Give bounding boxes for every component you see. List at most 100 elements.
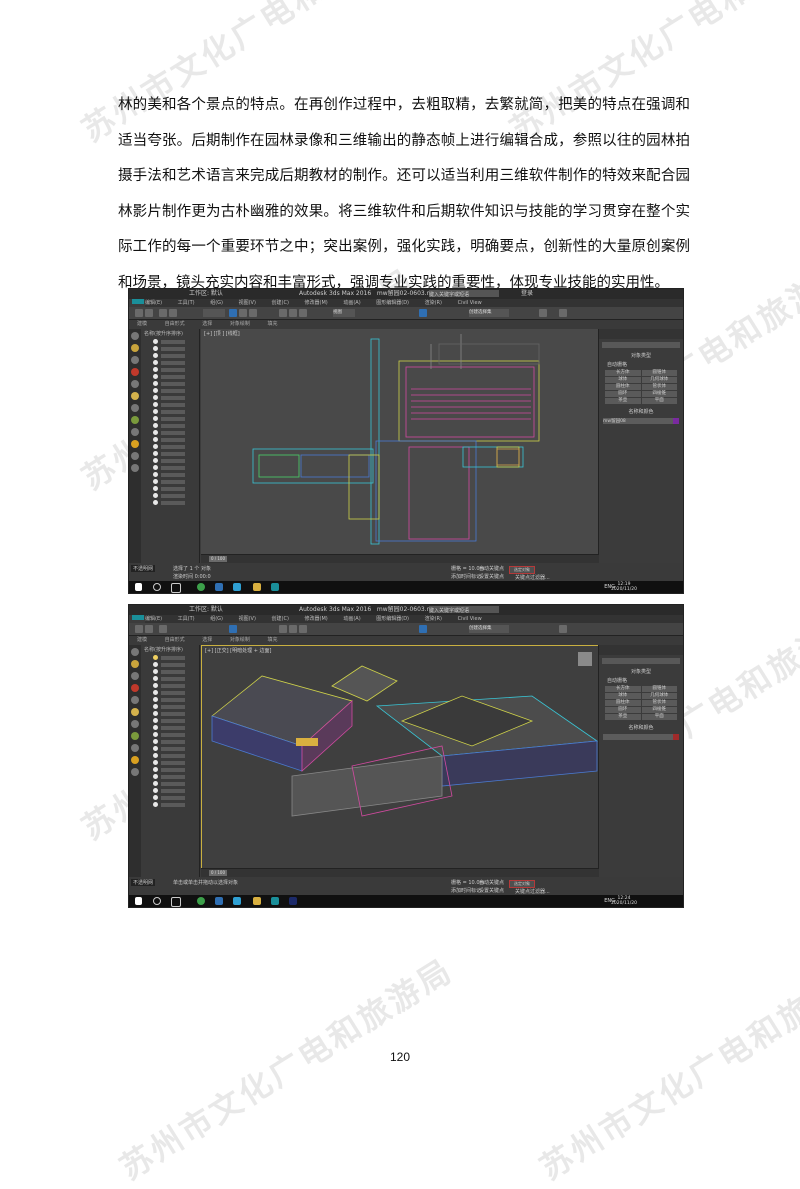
list-item[interactable] <box>141 352 199 359</box>
3dsmax-taskbar-icon[interactable] <box>271 897 279 905</box>
search-icon[interactable] <box>153 583 161 591</box>
object-button[interactable]: 长方体 <box>605 686 641 692</box>
time-slider[interactable]: 0 / 100 <box>201 868 599 877</box>
list-item[interactable] <box>141 710 199 717</box>
menu-item[interactable]: 工具(T) <box>178 300 195 306</box>
list-item[interactable] <box>141 766 199 773</box>
list-item[interactable] <box>141 485 199 492</box>
object-name-field[interactable] <box>603 734 679 740</box>
list-item[interactable] <box>141 478 199 485</box>
object-button[interactable]: 管状体 <box>641 384 677 390</box>
object-button[interactable]: 平面 <box>641 398 677 404</box>
object-button[interactable]: 圆锥体 <box>641 686 677 692</box>
ribbon-tab[interactable]: 选择 <box>202 637 212 643</box>
snap-icon[interactable] <box>419 625 427 633</box>
selection-filter[interactable] <box>203 309 225 317</box>
list-item[interactable] <box>141 401 199 408</box>
tool-icon[interactable] <box>131 368 139 376</box>
key-filters-button[interactable]: 关键点过滤器... <box>515 574 550 581</box>
tool-icon[interactable] <box>131 428 139 436</box>
menu-item[interactable]: 组(G) <box>210 616 223 622</box>
object-button[interactable]: 茶壶 <box>605 714 641 720</box>
object-button[interactable]: 管状体 <box>641 700 677 706</box>
list-item[interactable] <box>141 668 199 675</box>
tool-icon[interactable] <box>131 380 139 388</box>
list-item[interactable] <box>141 661 199 668</box>
ribbon-tab[interactable]: 填充 <box>267 321 277 327</box>
select-icon[interactable] <box>229 309 237 317</box>
selection-set-dropdown[interactable]: 创建选择集 <box>469 309 509 317</box>
list-item[interactable] <box>141 464 199 471</box>
list-item[interactable] <box>141 471 199 478</box>
move-icon[interactable] <box>279 625 287 633</box>
ribbon-tab[interactable]: 建模 <box>137 321 147 327</box>
tool-icon[interactable] <box>131 356 139 364</box>
menu-item[interactable]: 视图(V) <box>239 300 256 306</box>
list-item[interactable] <box>141 787 199 794</box>
menu-item[interactable]: 渲染(R) <box>425 616 442 622</box>
set-key-button[interactable]: 设置关键点 <box>479 887 504 894</box>
windows-start-icon[interactable] <box>135 897 142 905</box>
auto-key-button[interactable]: 自动关键点 <box>479 565 504 572</box>
autogrid-checkbox[interactable]: 自动栅格 <box>607 361 675 368</box>
list-item[interactable] <box>141 717 199 724</box>
object-button[interactable]: 球体 <box>605 377 641 383</box>
list-item[interactable] <box>141 738 199 745</box>
tool-icon[interactable] <box>131 464 139 472</box>
redo-icon[interactable] <box>145 309 153 317</box>
selected-object-dropdown[interactable]: 选定对象 <box>509 566 535 574</box>
rect-select-icon[interactable] <box>249 309 257 317</box>
list-item[interactable] <box>141 359 199 366</box>
color-swatch[interactable] <box>673 418 679 424</box>
undo-icon[interactable] <box>135 625 143 633</box>
ribbon-tab[interactable]: 建模 <box>137 637 147 643</box>
object-button[interactable]: 长方体 <box>605 370 641 376</box>
list-item[interactable] <box>141 759 199 766</box>
auto-key-button[interactable]: 自动关键点 <box>479 879 504 886</box>
list-item[interactable] <box>141 703 199 710</box>
tool-icon[interactable] <box>131 440 139 448</box>
app-icon[interactable] <box>233 897 241 905</box>
snap-icon[interactable] <box>419 309 427 317</box>
tool-icon[interactable] <box>131 708 139 716</box>
object-button[interactable]: 圆锥体 <box>641 370 677 376</box>
list-item[interactable] <box>141 387 199 394</box>
app-icon[interactable] <box>197 897 205 905</box>
tool-icon[interactable] <box>131 452 139 460</box>
list-item[interactable] <box>141 366 199 373</box>
command-panel-tabs[interactable] <box>599 329 683 339</box>
select-name-icon[interactable] <box>239 309 247 317</box>
list-item[interactable] <box>141 422 199 429</box>
tool-icon[interactable] <box>131 416 139 424</box>
scale-icon[interactable] <box>299 309 307 317</box>
tool-icon[interactable] <box>131 696 139 704</box>
list-item[interactable] <box>141 457 199 464</box>
undo-icon[interactable] <box>135 309 143 317</box>
task-view-icon[interactable] <box>171 897 181 907</box>
list-item[interactable] <box>141 394 199 401</box>
link-icon[interactable] <box>159 625 167 633</box>
tool-icon[interactable] <box>131 648 139 656</box>
tool-icon[interactable] <box>131 672 139 680</box>
tool-icon[interactable] <box>131 768 139 776</box>
clock[interactable]: 12:24 2020/11/20 <box>611 896 637 906</box>
selection-set-dropdown[interactable]: 创建选择集 <box>469 625 509 633</box>
render-icon[interactable] <box>559 309 567 317</box>
object-button[interactable]: 茶壶 <box>605 398 641 404</box>
category-dropdown[interactable] <box>602 658 680 664</box>
command-panel-tabs[interactable] <box>599 645 683 655</box>
tool-icon[interactable] <box>131 344 139 352</box>
list-item[interactable] <box>141 689 199 696</box>
tool-icon[interactable] <box>131 732 139 740</box>
list-item[interactable] <box>141 408 199 415</box>
list-item[interactable] <box>141 654 199 661</box>
menu-item[interactable]: 动画(A) <box>343 616 360 622</box>
app-icon[interactable] <box>215 897 223 905</box>
link-icon[interactable] <box>159 309 167 317</box>
move-icon[interactable] <box>279 309 287 317</box>
workspace-label[interactable]: 工作区: 默认 <box>189 605 223 615</box>
tool-icon[interactable] <box>131 684 139 692</box>
menu-item[interactable]: 创建(C) <box>272 300 289 306</box>
selected-object-dropdown[interactable]: 选定对象 <box>509 880 535 888</box>
object-button[interactable]: 几何球体 <box>641 377 677 383</box>
